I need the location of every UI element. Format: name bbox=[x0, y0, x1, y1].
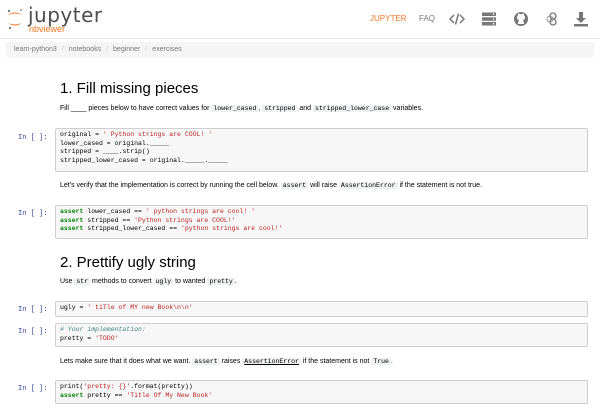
nav-jupyter-link[interactable]: JUPYTER bbox=[370, 13, 406, 25]
markdown-paragraph: Let's verify that the implementation is … bbox=[60, 182, 482, 189]
code-cell[interactable]: print('pretty: {}'.format(pretty)) asser… bbox=[55, 380, 588, 404]
jupyter-logo[interactable]: jupyter nbviewer bbox=[6, 4, 116, 34]
markdown-paragraph: Fill ____ pieces below to have correct v… bbox=[60, 105, 424, 112]
section-heading: 1. Fill missing pieces bbox=[60, 80, 199, 97]
server-icon[interactable] bbox=[481, 11, 497, 27]
cell-prompt: In [ ]: bbox=[18, 385, 48, 393]
jupyter-orbit-icon bbox=[7, 9, 22, 30]
code-cell[interactable]: ugly = ' tiTle of MY new Book\n\n' bbox=[55, 301, 588, 317]
code-icon[interactable] bbox=[449, 11, 465, 27]
binder-icon[interactable] bbox=[545, 11, 561, 27]
breadcrumb-item[interactable]: exercises bbox=[152, 42, 182, 58]
breadcrumb-item[interactable]: learn-python3 bbox=[14, 42, 57, 58]
breadcrumb-separator: / bbox=[145, 46, 148, 53]
nav-faq-link[interactable]: FAQ bbox=[419, 13, 435, 25]
breadcrumb-item[interactable]: beginner bbox=[113, 42, 140, 58]
code-cell[interactable]: assert lower_cased == ' python strings a… bbox=[55, 205, 588, 239]
logo-subtitle: nbviewer bbox=[29, 24, 66, 34]
download-icon[interactable] bbox=[573, 11, 589, 27]
code-cell[interactable]: original = ' Python strings are COOL! ' … bbox=[55, 128, 588, 172]
cell-prompt: In [ ]: bbox=[18, 328, 48, 336]
cell-prompt: In [ ]: bbox=[18, 306, 48, 314]
breadcrumb-separator: / bbox=[61, 46, 64, 53]
breadcrumb-separator: / bbox=[106, 46, 109, 53]
github-icon[interactable] bbox=[513, 11, 529, 27]
cell-prompt: In [ ]: bbox=[18, 210, 48, 218]
markdown-paragraph: Lets make sure that it does what we want… bbox=[60, 358, 393, 365]
code-cell[interactable]: # Your implementation: pretty = 'TODO' bbox=[55, 323, 588, 347]
cell-prompt: In [ ]: bbox=[18, 134, 48, 142]
section-heading: 2. Prettify ugly string bbox=[60, 254, 196, 271]
markdown-paragraph: Use str methods to convert ugly to wante… bbox=[60, 278, 237, 285]
breadcrumb-item[interactable]: notebooks bbox=[69, 42, 101, 58]
breadcrumb: learn-python3 / notebooks / beginner / exercis… bbox=[6, 42, 594, 58]
top-navbar: jupyter nbviewer JUPYTER FAQ bbox=[0, 0, 600, 39]
logo-wordmark: jupyter bbox=[28, 3, 103, 27]
